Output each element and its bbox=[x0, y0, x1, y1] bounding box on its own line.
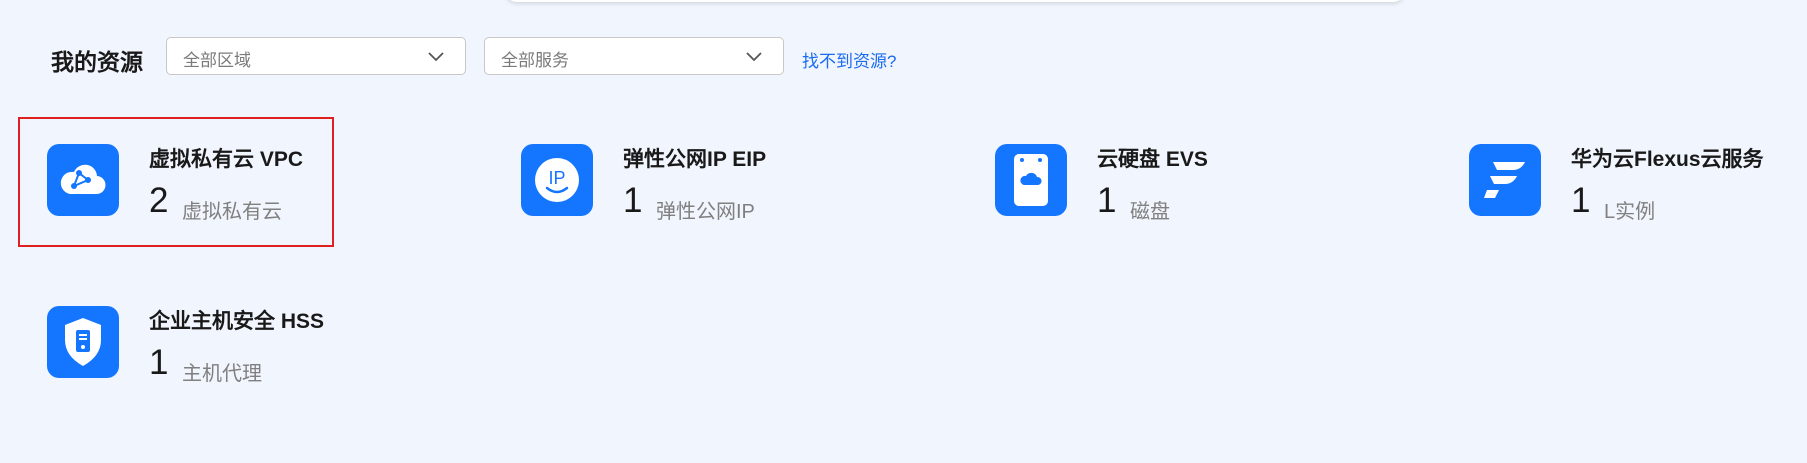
resource-unit: 弹性公网IP bbox=[656, 201, 755, 223]
resource-card-evs[interactable]: 云硬盘 EVS 1 磁盘 bbox=[969, 117, 1369, 227]
resource-unit: 虚拟私有云 bbox=[182, 201, 282, 223]
vpc-cloud-icon bbox=[47, 144, 119, 216]
chevron-down-icon bbox=[428, 52, 444, 62]
service-select[interactable]: 全部服务 bbox=[484, 37, 784, 75]
resource-name: 弹性公网IP EIP bbox=[623, 148, 767, 171]
svg-text:IP: IP bbox=[548, 168, 565, 188]
evs-disk-icon bbox=[995, 144, 1067, 216]
resource-card-flexus[interactable]: 华为云Flexus云服务 1 L实例 bbox=[1443, 117, 1807, 227]
resource-count: 1 bbox=[1571, 181, 1591, 220]
resource-name: 虚拟私有云 VPC bbox=[149, 148, 304, 171]
eip-icon: IP bbox=[521, 144, 593, 216]
region-select[interactable]: 全部区域 bbox=[166, 37, 466, 75]
top-popup-edge bbox=[505, 0, 1405, 2]
flexus-icon bbox=[1469, 144, 1541, 216]
resource-name: 华为云Flexus云服务 bbox=[1571, 148, 1764, 171]
resource-name: 云硬盘 EVS bbox=[1097, 148, 1208, 171]
resource-count: 2 bbox=[149, 181, 169, 220]
resource-unit: 磁盘 bbox=[1130, 201, 1170, 223]
resource-count: 1 bbox=[149, 343, 169, 382]
hss-shield-icon bbox=[47, 306, 119, 378]
resource-unit: 主机代理 bbox=[182, 363, 262, 385]
resource-count: 1 bbox=[1097, 181, 1117, 220]
service-select-value: 全部服务 bbox=[501, 51, 569, 70]
resource-card-hss[interactable]: 企业主机安全 HSS 1 主机代理 bbox=[21, 279, 421, 389]
region-select-value: 全部区域 bbox=[183, 51, 251, 70]
resource-card-eip[interactable]: IP 弹性公网IP EIP 1 弹性公网IP bbox=[495, 117, 895, 227]
page-title: 我的资源 bbox=[51, 49, 143, 75]
resource-header: 我的资源 全部区域 全部服务 找不到资源? bbox=[0, 35, 1807, 77]
resource-card-vpc[interactable]: 虚拟私有云 VPC 2 虚拟私有云 bbox=[18, 117, 421, 247]
resource-count: 1 bbox=[623, 181, 643, 220]
help-link[interactable]: 找不到资源? bbox=[802, 47, 896, 72]
resource-unit: L实例 bbox=[1604, 201, 1656, 223]
resource-name: 企业主机安全 HSS bbox=[149, 310, 325, 333]
chevron-down-icon bbox=[746, 52, 762, 62]
